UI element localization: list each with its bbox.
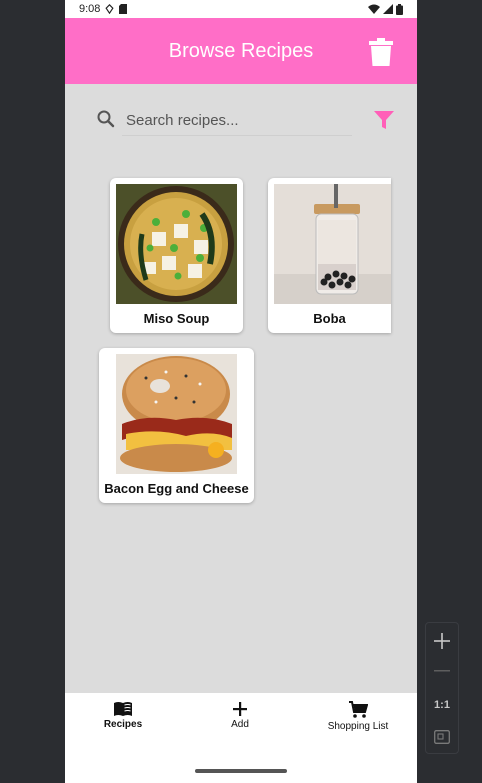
status-bar: 9:08 bbox=[65, 0, 417, 18]
signal-icon bbox=[383, 4, 393, 14]
zoom-ratio-button[interactable]: 1:1 bbox=[426, 691, 458, 719]
battery-icon bbox=[396, 3, 403, 15]
wifi-icon bbox=[368, 4, 380, 14]
search-icon bbox=[97, 110, 115, 128]
nav-label-recipes: Recipes bbox=[103, 719, 143, 730]
cart-icon bbox=[349, 701, 368, 718]
book-icon bbox=[114, 702, 132, 716]
recipe-browser: Miso Soup bbox=[65, 84, 417, 693]
nav-item-add[interactable]: Add bbox=[185, 701, 295, 741]
search-input[interactable] bbox=[122, 106, 352, 136]
phone-screen: 9:08 Browse Recipes Search recipes... Mi… bbox=[65, 0, 417, 783]
trash-icon[interactable] bbox=[369, 38, 393, 66]
bacon-egg-and-cheese-image bbox=[116, 354, 237, 474]
location-icon bbox=[105, 4, 115, 14]
sd-card-icon bbox=[119, 4, 128, 14]
zoom-out-icon[interactable] bbox=[426, 657, 458, 685]
nav-item-recipes[interactable]: Recipes bbox=[68, 701, 178, 741]
recipe-name: Bacon Egg and Cheese bbox=[104, 481, 249, 496]
emulator-zoom-panel: 1:1 bbox=[425, 622, 459, 754]
miso-soup-image bbox=[116, 184, 237, 304]
zoom-ratio-label: 1:1 bbox=[434, 699, 450, 711]
recipe-card-bacon-egg-and-cheese[interactable]: Bacon Egg and Cheese bbox=[99, 348, 254, 503]
bottom-nav: Recipes Add Shopping List bbox=[65, 693, 417, 783]
recipe-card-miso-soup[interactable]: Miso Soup bbox=[110, 178, 243, 333]
nav-label-shopping-list: Shopping List bbox=[327, 721, 389, 732]
zoom-in-icon[interactable] bbox=[426, 627, 458, 655]
nav-label-add: Add bbox=[231, 719, 249, 730]
fit-screen-icon[interactable] bbox=[426, 723, 458, 751]
home-indicator[interactable] bbox=[195, 769, 287, 773]
boba-image bbox=[274, 184, 391, 304]
nav-item-shopping-list[interactable]: Shopping List bbox=[303, 701, 413, 741]
recipe-card-boba[interactable]: Boba bbox=[268, 178, 391, 333]
recipe-name: Boba bbox=[313, 311, 346, 326]
recipe-name: Miso Soup bbox=[143, 311, 210, 326]
page-title: Browse Recipes bbox=[168, 40, 314, 62]
app-bar: Browse Recipes bbox=[65, 18, 417, 84]
status-time: 9:08 bbox=[79, 3, 101, 15]
plus-icon bbox=[233, 702, 247, 716]
filter-icon[interactable] bbox=[373, 109, 395, 131]
search-bar bbox=[65, 106, 417, 138]
